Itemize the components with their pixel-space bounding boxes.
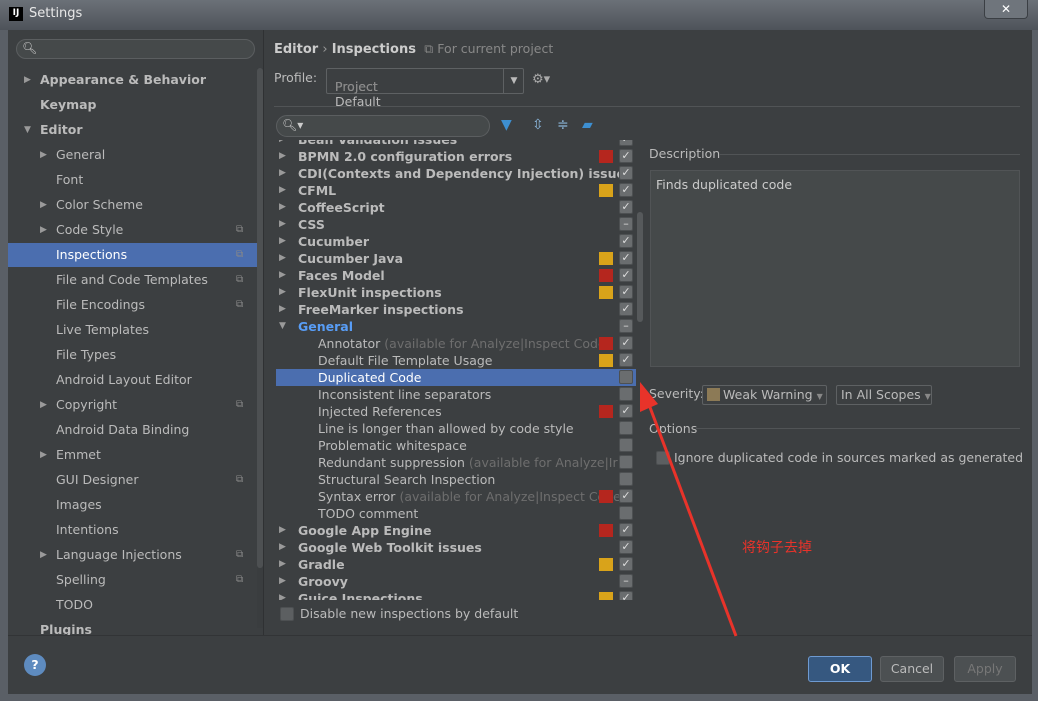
annotation-arrow [640,382,738,637]
annotation-text: 将钩子去掉 [742,540,812,556]
